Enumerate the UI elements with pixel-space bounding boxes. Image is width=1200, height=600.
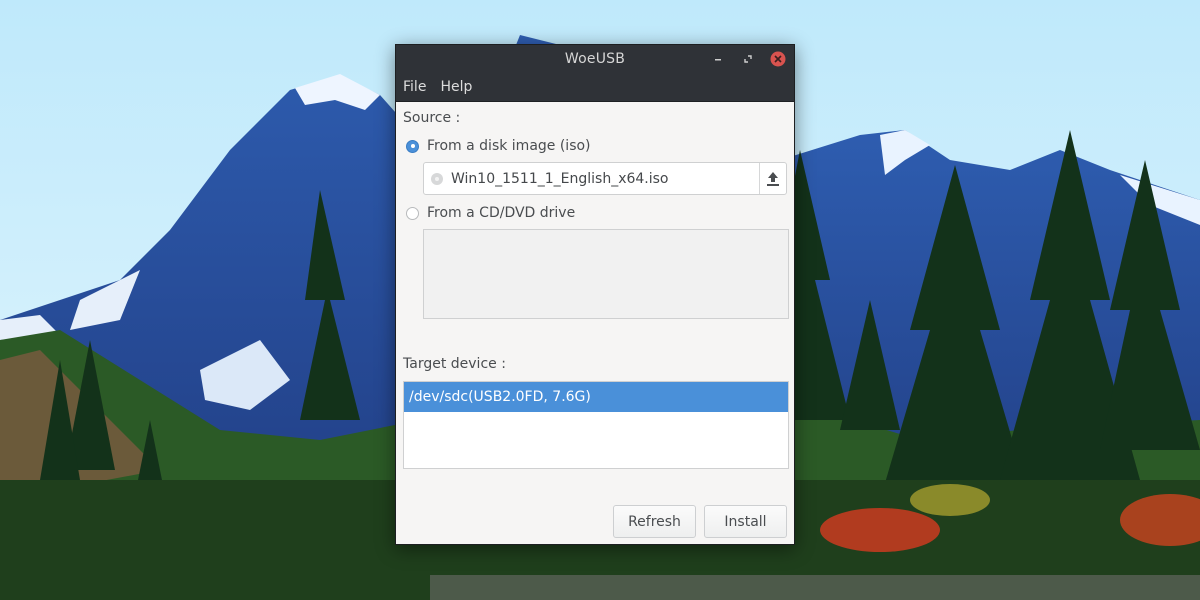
radio-from-iso[interactable]: From a disk image (iso) (406, 138, 591, 154)
target-device-row-selected[interactable]: /dev/sdc(USB2.0FD, 7.6G) (404, 382, 788, 412)
main-content: Source : From a disk image (iso) Win10_1… (396, 102, 794, 546)
cd-drive-list[interactable] (423, 229, 789, 319)
window-title: WoeUSB (564, 51, 626, 67)
menu-bar: File Help (396, 73, 794, 102)
target-device-label: Target device : (403, 356, 506, 372)
radio-from-cd[interactable]: From a CD/DVD drive (406, 205, 575, 221)
refresh-button[interactable]: Refresh (613, 505, 696, 538)
install-button[interactable]: Install (704, 505, 787, 538)
woeusb-window: WoeUSB File Help Source : From a disk im… (395, 44, 795, 545)
minimize-icon[interactable] (710, 51, 726, 67)
menu-file[interactable]: File (403, 79, 426, 95)
restore-icon[interactable] (740, 51, 756, 67)
radio-button-selected[interactable] (406, 139, 419, 153)
window-controls (710, 51, 786, 67)
title-bar[interactable]: WoeUSB (396, 45, 794, 73)
source-label: Source : (403, 110, 461, 126)
iso-file-name: Win10_1511_1_English_x64.iso (451, 170, 669, 187)
upload-icon[interactable] (759, 163, 786, 194)
close-icon[interactable] (770, 51, 786, 67)
menu-help[interactable]: Help (440, 79, 472, 95)
radio-from-iso-label: From a disk image (iso) (427, 138, 591, 154)
iso-file-chooser[interactable]: Win10_1511_1_English_x64.iso (423, 162, 787, 195)
radio-button-unselected[interactable] (406, 206, 419, 220)
target-device-list[interactable]: /dev/sdc(USB2.0FD, 7.6G) (403, 381, 789, 469)
radio-from-cd-label: From a CD/DVD drive (427, 205, 576, 221)
target-device-name: /dev/sdc(USB2.0FD, 7.6G) (409, 389, 591, 405)
disc-icon (431, 172, 443, 185)
